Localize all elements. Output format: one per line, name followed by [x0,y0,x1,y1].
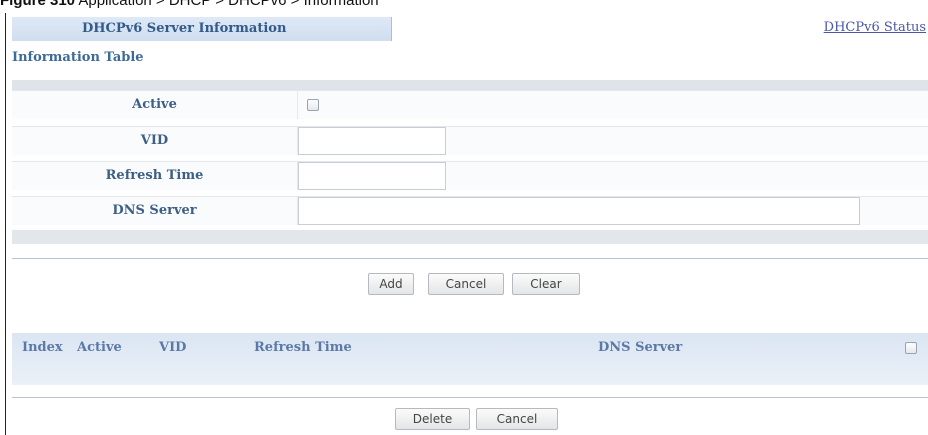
column-index: Index [22,340,63,355]
dns-server-field[interactable] [298,197,860,225]
dhcpv6-status-link[interactable]: DHCPv6 Status [824,20,926,35]
column-vid: VID [159,340,187,355]
select-all-checkbox[interactable] [905,342,917,354]
results-table-header: Index Active VID Refresh Time DNS Server [12,333,928,385]
refresh-time-field[interactable] [298,162,446,190]
column-active: Active [77,340,122,355]
divider-line [12,397,928,398]
divider-line [12,258,928,259]
form-divider [297,91,298,119]
figure-caption: Figure 310 Application > DHCP > DHCPv6 >… [0,0,379,10]
form-header-band [12,80,928,90]
add-button[interactable]: Add [368,273,414,295]
active-checkbox[interactable] [307,99,319,111]
refresh-time-label: Refresh Time [105,168,204,183]
form-footer-band [12,230,928,244]
cancel-button[interactable]: Cancel [428,273,504,295]
delete-button[interactable]: Delete [395,408,470,430]
dns-server-label: DNS Server [112,203,197,218]
column-refresh-time: Refresh Time [254,340,352,355]
vid-label: VID [140,133,169,148]
clear-button[interactable]: Clear [512,273,580,295]
tab-dhcpv6-server-information[interactable]: DHCPv6 Server Information [12,17,392,41]
cancel-table-button[interactable]: Cancel [476,408,558,430]
figure-caption-path: Application > DHCP > DHCPv6 > Informatio… [75,0,379,9]
figure-caption-prefix: Figure 310 [0,0,76,9]
form-row-refresh-time: Refresh Time [12,161,928,190]
column-dns-server: DNS Server [598,340,683,355]
active-label: Active [132,97,177,112]
form-row-vid: VID [12,126,928,155]
form-row-active: Active [12,90,928,119]
vid-field[interactable] [298,127,446,155]
form-row-dns-server: DNS Server [12,196,928,225]
section-title: Information Table [12,50,144,65]
